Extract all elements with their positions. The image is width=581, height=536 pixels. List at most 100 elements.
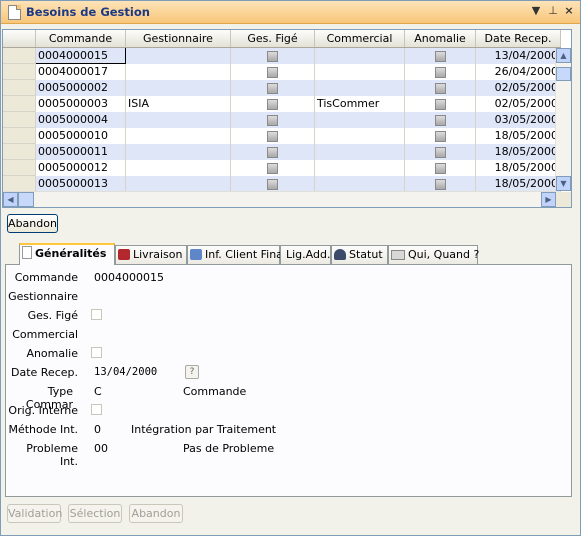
ges-fige-checkbox[interactable] xyxy=(267,146,278,158)
abandon-bottom-button[interactable]: Abandon xyxy=(129,504,183,523)
column-header-commande[interactable]: Commande xyxy=(35,30,126,48)
cell-date-recep[interactable]: 02/05/2000 xyxy=(475,79,561,96)
vertical-scrollbar[interactable]: ▲ ▼ xyxy=(555,48,571,191)
ges-fige-checkbox[interactable] xyxy=(267,114,278,126)
row-indicator[interactable] xyxy=(3,111,36,128)
orig-interne-checkbox[interactable] xyxy=(91,404,102,415)
column-header-date-recep[interactable]: Date Recep. xyxy=(475,30,561,48)
tab-lig-add[interactable]: Lig.Add. xyxy=(280,245,331,264)
abandon-top-button[interactable]: Abandon xyxy=(7,214,58,233)
cell-ges-fige[interactable] xyxy=(230,143,315,160)
cell-anomalie[interactable] xyxy=(404,79,476,96)
table-row[interactable]: 0005000003 ISIA TisCommer 02/05/2000 xyxy=(3,95,561,112)
validation-button[interactable]: Validation xyxy=(7,504,62,523)
cell-commercial[interactable] xyxy=(314,63,405,80)
orders-grid[interactable]: Commande Gestionnaire Ges. Figé Commerci… xyxy=(2,29,572,208)
anomalie-checkbox[interactable] xyxy=(434,130,446,142)
ges-fige-checkbox[interactable] xyxy=(267,130,278,142)
cell-commande[interactable]: 0005000012 xyxy=(35,159,126,176)
ges-fige-checkbox[interactable] xyxy=(267,98,278,110)
close-icon[interactable]: × xyxy=(562,4,576,18)
cell-gestionnaire[interactable] xyxy=(125,175,231,192)
row-indicator[interactable] xyxy=(3,127,36,144)
cell-date-recep[interactable]: 02/05/2000 xyxy=(475,95,561,112)
anomalie-checkbox[interactable] xyxy=(434,82,446,94)
column-header-ges-fige[interactable]: Ges. Figé xyxy=(230,30,315,48)
tab-generalites[interactable]: Généralités xyxy=(19,243,115,265)
cell-gestionnaire[interactable] xyxy=(125,79,231,96)
cell-commercial[interactable] xyxy=(314,111,405,128)
row-indicator[interactable] xyxy=(3,143,36,160)
cell-gestionnaire[interactable] xyxy=(125,127,231,144)
cell-commande[interactable]: 0005000004 xyxy=(35,111,126,128)
row-indicator[interactable] xyxy=(3,175,36,192)
anomalie-checkbox[interactable] xyxy=(434,146,446,158)
table-row[interactable]: 0005000012 18/05/2000 xyxy=(3,159,561,176)
dropdown-arrow-icon[interactable]: ▼ xyxy=(529,4,543,18)
column-header-anomalie[interactable]: Anomalie xyxy=(404,30,476,48)
table-row[interactable]: 0005000004 03/05/2000 xyxy=(3,111,561,128)
table-row[interactable]: 0004000017 26/04/2000 xyxy=(3,63,561,80)
cell-commercial[interactable]: TisCommer xyxy=(314,95,405,112)
cell-commande[interactable]: 0005000010 xyxy=(35,127,126,144)
cell-date-recep[interactable]: 18/05/2000 xyxy=(475,127,561,144)
anomalie-checkbox[interactable] xyxy=(434,178,446,190)
cell-gestionnaire[interactable] xyxy=(125,159,231,176)
pin-icon[interactable]: ⊥ xyxy=(546,4,560,18)
cell-anomalie[interactable] xyxy=(404,63,476,80)
cell-anomalie[interactable] xyxy=(404,143,476,160)
help-icon[interactable]: ? xyxy=(185,365,199,379)
cell-gestionnaire[interactable] xyxy=(125,47,231,64)
anomalie-checkbox[interactable] xyxy=(434,98,446,110)
cell-anomalie[interactable] xyxy=(404,111,476,128)
cell-date-recep[interactable]: 26/04/2000 xyxy=(475,63,561,80)
row-indicator[interactable] xyxy=(3,95,36,112)
cell-anomalie[interactable] xyxy=(404,47,476,64)
cell-date-recep[interactable]: 18/05/2000 xyxy=(475,175,561,192)
row-indicator[interactable] xyxy=(3,79,36,96)
table-row[interactable]: 0005000010 18/05/2000 xyxy=(3,127,561,144)
table-row[interactable]: 0005000002 02/05/2000 xyxy=(3,79,561,96)
ges-fige-checkbox[interactable] xyxy=(267,178,278,190)
cell-commercial[interactable] xyxy=(314,143,405,160)
cell-date-recep[interactable]: 13/04/2000 xyxy=(475,47,561,64)
cell-date-recep[interactable]: 18/05/2000 xyxy=(475,143,561,160)
scroll-right-icon[interactable]: ▶ xyxy=(541,192,556,207)
cell-commande[interactable]: 0004000015 xyxy=(35,47,126,64)
cell-commercial[interactable] xyxy=(314,175,405,192)
table-row[interactable]: 0004000015 13/04/2000 xyxy=(3,47,561,64)
cell-commande[interactable]: 0005000011 xyxy=(35,143,126,160)
row-indicator[interactable] xyxy=(3,159,36,176)
row-indicator[interactable] xyxy=(3,63,36,80)
tab-inf-client-final[interactable]: Inf. Client Final xyxy=(187,245,286,264)
cell-anomalie[interactable] xyxy=(404,175,476,192)
cell-commercial[interactable] xyxy=(314,127,405,144)
column-header-gestionnaire[interactable]: Gestionnaire xyxy=(125,30,231,48)
cell-commercial[interactable] xyxy=(314,47,405,64)
cell-ges-fige[interactable] xyxy=(230,175,315,192)
anomalie-checkbox[interactable] xyxy=(434,162,446,174)
selection-button[interactable]: Sélection xyxy=(68,504,122,523)
cell-commande[interactable]: 0004000017 xyxy=(35,63,126,80)
horizontal-scrollbar[interactable]: ◀ ▶ xyxy=(3,191,556,207)
table-row[interactable]: 0005000013 18/05/2000 xyxy=(3,175,561,192)
anomalie-checkbox[interactable] xyxy=(91,347,102,358)
tab-livraison[interactable]: Livraison xyxy=(115,245,187,264)
cell-ges-fige[interactable] xyxy=(230,47,315,64)
ges-fige-checkbox[interactable] xyxy=(267,50,278,62)
cell-anomalie[interactable] xyxy=(404,159,476,176)
cell-anomalie[interactable] xyxy=(404,95,476,112)
cell-date-recep[interactable]: 18/05/2000 xyxy=(475,159,561,176)
cell-commande[interactable]: 0005000002 xyxy=(35,79,126,96)
scroll-down-icon[interactable]: ▼ xyxy=(556,176,571,191)
ges-fige-checkbox[interactable] xyxy=(267,82,278,94)
column-header-commercial[interactable]: Commercial xyxy=(314,30,405,48)
vertical-scroll-thumb[interactable] xyxy=(556,67,571,81)
cell-commercial[interactable] xyxy=(314,159,405,176)
cell-date-recep[interactable]: 03/05/2000 xyxy=(475,111,561,128)
cell-ges-fige[interactable] xyxy=(230,95,315,112)
tab-statut[interactable]: Statut xyxy=(331,245,388,264)
ges-fige-checkbox[interactable] xyxy=(267,66,278,78)
cell-ges-fige[interactable] xyxy=(230,159,315,176)
cell-gestionnaire[interactable] xyxy=(125,63,231,80)
